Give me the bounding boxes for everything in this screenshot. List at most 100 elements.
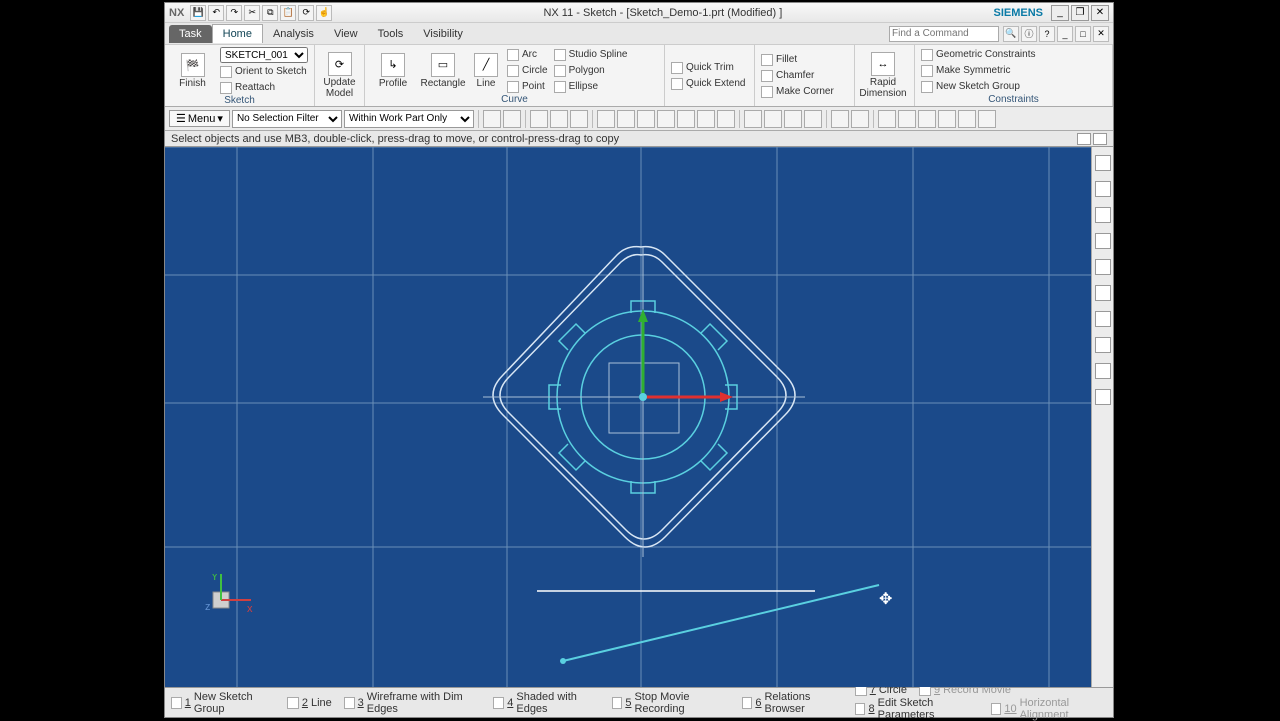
sb-stop-rec[interactable]: 5Stop Movie Recording (612, 691, 730, 715)
tbtn-15[interactable] (784, 110, 802, 128)
tbtn-9[interactable] (657, 110, 675, 128)
redo-icon[interactable]: ↷ (226, 5, 242, 21)
tbtn-1[interactable] (483, 110, 501, 128)
tbtn-21[interactable] (918, 110, 936, 128)
undo-icon[interactable]: ↶ (208, 5, 224, 21)
resource-4-icon[interactable] (1095, 259, 1111, 275)
sb-wireframe[interactable]: 3Wireframe with Dim Edges (344, 691, 482, 715)
tbtn-18[interactable] (851, 110, 869, 128)
profile-button[interactable]: ↳Profile (371, 53, 415, 89)
fillet-button[interactable]: Fillet (761, 52, 834, 67)
finish-sketch-button[interactable]: 🏁 Finish (171, 53, 214, 89)
tab-home[interactable]: Home (212, 24, 263, 43)
tbtn-17[interactable] (831, 110, 849, 128)
cut-icon[interactable]: ✂ (244, 5, 260, 21)
rectangle-icon: ▭ (431, 53, 455, 77)
sb-relations[interactable]: 6Relations Browser (742, 691, 843, 715)
tbtn-12[interactable] (717, 110, 735, 128)
resource-8-icon[interactable] (1095, 363, 1111, 379)
gear-icon[interactable] (1095, 155, 1111, 171)
rectangle-button[interactable]: ▭Rectangle (421, 53, 465, 89)
help-icon[interactable]: ? (1039, 26, 1055, 42)
tab-view[interactable]: View (324, 25, 368, 43)
tbtn-2[interactable] (503, 110, 521, 128)
tbtn-14[interactable] (764, 110, 782, 128)
sb-line[interactable]: 2Line (287, 697, 332, 709)
resource-2-icon[interactable] (1095, 207, 1111, 223)
sketch-name-dropdown[interactable]: SKETCH_001 (220, 47, 308, 63)
tbtn-13[interactable] (744, 110, 762, 128)
window-max-icon[interactable]: □ (1075, 26, 1091, 42)
close-button[interactable]: ✕ (1091, 5, 1109, 21)
circle-button[interactable]: Circle (507, 63, 548, 78)
resource-6-icon[interactable] (1095, 311, 1111, 327)
arc-button[interactable]: Arc (507, 47, 548, 62)
make-symmetric-button[interactable]: Make Symmetric (921, 63, 1035, 78)
selection-filter-dropdown[interactable]: No Selection Filter (232, 110, 342, 128)
sb-new-group[interactable]: 1New Sketch Group (171, 691, 275, 715)
minimize-button[interactable]: _ (1051, 5, 1069, 21)
sb-shaded[interactable]: 4Shaded with Edges (493, 691, 599, 715)
spline-button[interactable]: Studio Spline (554, 47, 628, 62)
resource-1-icon[interactable] (1095, 181, 1111, 197)
orient-button[interactable]: Orient to Sketch (220, 64, 308, 79)
tbtn-16[interactable] (804, 110, 822, 128)
fullscreen-icon[interactable] (1077, 133, 1091, 145)
info-icon[interactable]: ⓘ (1021, 26, 1037, 42)
update-model-button[interactable]: ⟳ Update Model (321, 52, 358, 99)
ellipse-button[interactable]: Ellipse (554, 79, 628, 94)
tbtn-5[interactable] (570, 110, 588, 128)
resource-3-icon[interactable] (1095, 233, 1111, 249)
tab-visibility[interactable]: Visibility (413, 25, 473, 43)
tbtn-19[interactable] (878, 110, 896, 128)
make-corner-button[interactable]: Make Corner (761, 84, 834, 99)
graphics-canvas[interactable]: ✥ x Y z (165, 147, 1091, 687)
resource-7-icon[interactable] (1095, 337, 1111, 353)
tab-task[interactable]: Task (169, 25, 212, 43)
tbtn-8[interactable] (637, 110, 655, 128)
tbtn-22[interactable] (938, 110, 956, 128)
quick-extend-button[interactable]: Quick Extend (671, 76, 745, 91)
tbtn-10[interactable] (677, 110, 695, 128)
quick-access-toolbar: 💾 ↶ ↷ ✂ ⧉ 📋 ⟳ ☝ (190, 5, 332, 21)
search-icon[interactable]: 🔍 (1003, 26, 1019, 42)
sb-edit-params[interactable]: 8Edit Sketch Parameters (855, 697, 979, 721)
tbtn-23[interactable] (958, 110, 976, 128)
tbtn-6[interactable] (597, 110, 615, 128)
line-button[interactable]: ╱Line (471, 53, 501, 89)
group-icon (921, 81, 933, 93)
new-sketch-group-button[interactable]: New Sketch Group (921, 79, 1035, 94)
resource-9-icon[interactable] (1095, 389, 1111, 405)
point-button[interactable]: Point (507, 79, 548, 94)
paste-icon[interactable]: 📋 (280, 5, 296, 21)
sb-halign[interactable]: 10Horizontal Alignment (991, 697, 1107, 721)
copy-icon[interactable]: ⧉ (262, 5, 278, 21)
quick-trim-button[interactable]: Quick Trim (671, 60, 745, 75)
rapid-dimension-button[interactable]: ↔Rapid Dimension (861, 52, 905, 99)
tbtn-4[interactable] (550, 110, 568, 128)
tab-tools[interactable]: Tools (368, 25, 414, 43)
selection-scope-dropdown[interactable]: Within Work Part Only (344, 110, 474, 128)
touch-icon[interactable]: ☝ (316, 5, 332, 21)
window-close-icon[interactable]: ✕ (1093, 26, 1109, 42)
repeat-icon[interactable]: ⟳ (298, 5, 314, 21)
options-icon[interactable] (1093, 133, 1107, 145)
tbtn-24[interactable] (978, 110, 996, 128)
tab-analysis[interactable]: Analysis (263, 25, 324, 43)
circle-icon (507, 65, 519, 77)
save-icon[interactable]: 💾 (190, 5, 206, 21)
tbtn-20[interactable] (898, 110, 916, 128)
prompt-icons (1077, 133, 1107, 145)
menu-button[interactable]: ☰Menu▾ (169, 110, 230, 127)
tbtn-7[interactable] (617, 110, 635, 128)
polygon-button[interactable]: Polygon (554, 63, 628, 78)
resource-5-icon[interactable] (1095, 285, 1111, 301)
tbtn-11[interactable] (697, 110, 715, 128)
reattach-button[interactable]: Reattach (220, 80, 308, 95)
window-min-icon[interactable]: _ (1057, 26, 1073, 42)
geo-constraints-button[interactable]: Geometric Constraints (921, 47, 1035, 62)
command-finder[interactable] (889, 26, 999, 42)
tbtn-3[interactable] (530, 110, 548, 128)
restore-button[interactable]: ❐ (1071, 5, 1089, 21)
chamfer-button[interactable]: Chamfer (761, 68, 834, 83)
